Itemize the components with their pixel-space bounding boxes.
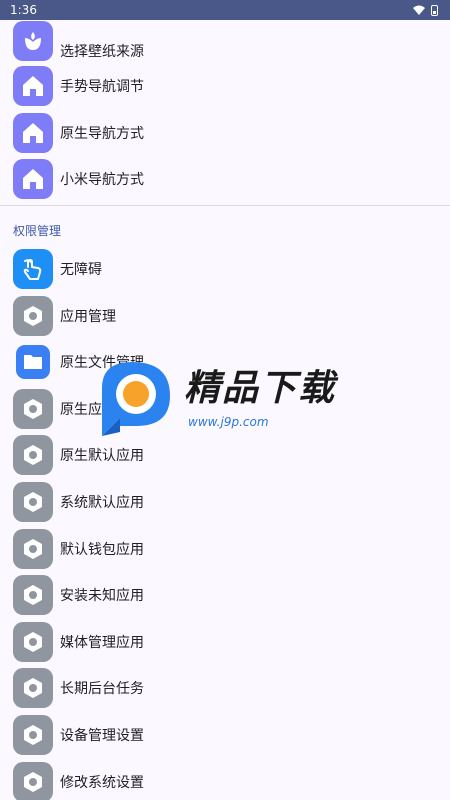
hexagon-icon — [13, 295, 53, 336]
list-item-xiaomi-nav[interactable]: 小米导航方式 — [0, 156, 450, 203]
hexagon-icon — [13, 715, 53, 756]
list-item-native-nav[interactable]: 原生导航方式 — [0, 110, 450, 157]
status-bar: 1:36 — [0, 0, 450, 20]
list-item-label: 手势导航调节 — [60, 79, 144, 96]
battery-icon — [431, 4, 438, 16]
status-icons — [413, 4, 438, 16]
list-item-modify-system-settings[interactable]: 修改系统设置 — [0, 758, 450, 800]
list-item-label: 设备管理设置 — [60, 728, 144, 745]
navigation-group: 选择壁纸来源 手势导航调节 原生导航方式 小米导航方式 — [0, 20, 450, 203]
hexagon-icon — [13, 528, 53, 569]
list-item-install-unknown-apps[interactable]: 安装未知应用 — [0, 572, 450, 619]
list-item-label: 应用管理 — [60, 308, 116, 325]
hexagon-icon — [13, 761, 53, 800]
hand-touch-icon — [13, 249, 53, 290]
hexagon-icon — [13, 668, 53, 709]
watermark-title: 精品下载 — [184, 368, 337, 409]
list-item-default-wallet[interactable]: 默认钱包应用 — [0, 525, 450, 572]
home-icon — [13, 66, 53, 107]
list-item-device-admin[interactable]: 设备管理设置 — [0, 712, 450, 759]
home-icon — [13, 159, 53, 200]
status-time: 1:36 — [10, 3, 37, 17]
hexagon-icon — [13, 621, 53, 662]
list-item-wallpaper-source[interactable]: 选择壁纸来源 — [0, 20, 450, 63]
list-item-app-management[interactable]: 应用管理 — [0, 292, 450, 339]
list-item-label: 系统默认应用 — [60, 495, 144, 512]
list-item-label: 长期后台任务 — [60, 681, 144, 698]
list-item-system-default-apps[interactable]: 系统默认应用 — [0, 479, 450, 526]
list-item-label: 无障碍 — [60, 262, 102, 279]
watermark: 精品下载 www.j9p.com — [96, 355, 356, 445]
list-item-label: 媒体管理应用 — [60, 634, 144, 651]
wifi-icon — [413, 5, 425, 15]
list-item-label: 小米导航方式 — [60, 172, 144, 189]
hexagon-icon — [13, 388, 53, 429]
home-icon — [13, 112, 53, 153]
hexagon-icon — [13, 435, 53, 476]
watermark-url: www.j9p.com — [188, 415, 269, 429]
hexagon-icon — [13, 575, 53, 616]
list-item-label: 原生默认应用 — [60, 448, 144, 465]
list-item-label: 修改系统设置 — [60, 774, 144, 791]
folder-icon — [13, 342, 53, 382]
hexagon-icon — [13, 482, 53, 523]
list-item-media-management[interactable]: 媒体管理应用 — [0, 619, 450, 666]
section-title: 权限管理 — [13, 223, 62, 238]
list-item-gesture-nav[interactable]: 手势导航调节 — [0, 63, 450, 110]
list-item-long-background-tasks[interactable]: 长期后台任务 — [0, 665, 450, 712]
list-item-label: 选择壁纸来源 — [60, 44, 144, 60]
list-item-label: 安装未知应用 — [60, 588, 144, 605]
list-item-accessibility[interactable]: 无障碍 — [0, 246, 450, 293]
watermark-logo-icon — [102, 361, 170, 436]
tulip-icon — [13, 21, 53, 61]
list-item-label: 原生导航方式 — [60, 125, 144, 142]
list-item-label: 默认钱包应用 — [60, 541, 144, 558]
